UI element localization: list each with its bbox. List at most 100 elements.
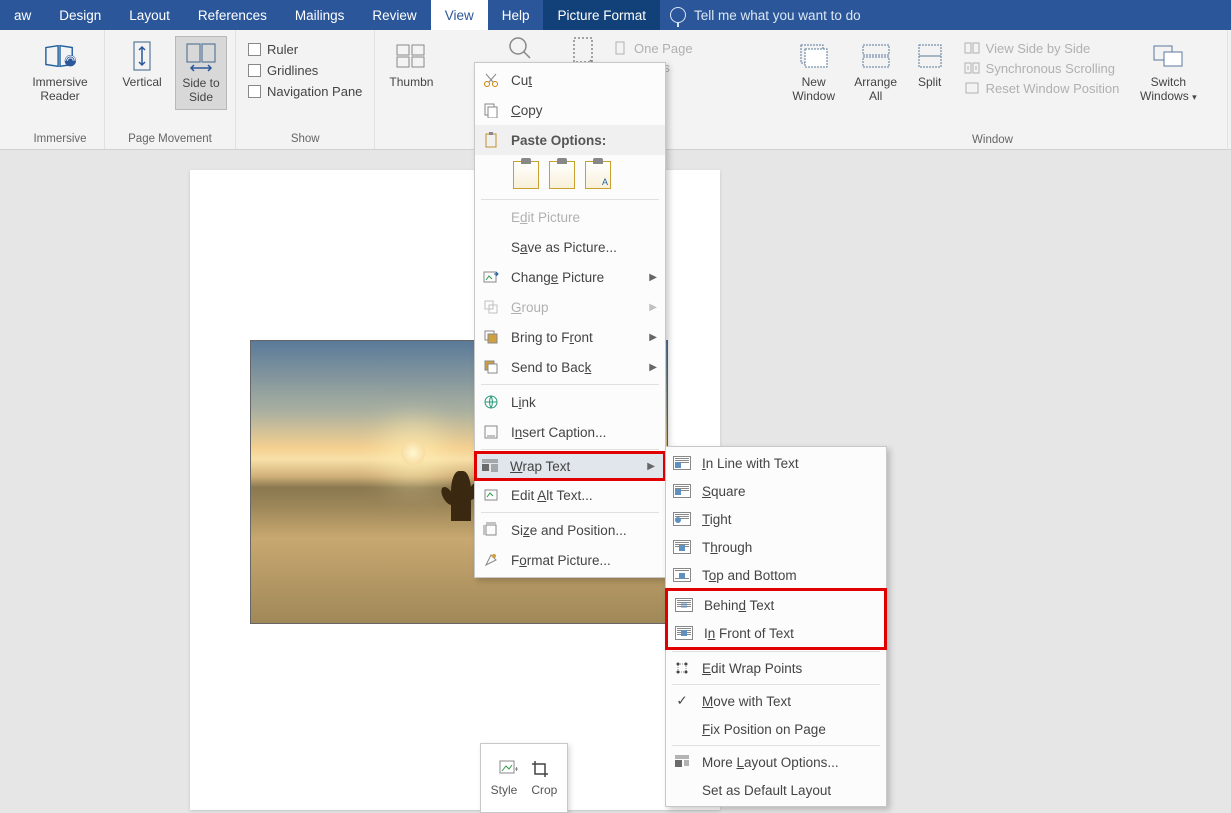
wrap-edit-points[interactable]: Edit Wrap Points <box>666 654 886 682</box>
menu-send-to-back[interactable]: Send to Back▶ <box>475 352 665 382</box>
new-window-button[interactable]: New Window <box>784 36 844 108</box>
one-page-icon <box>612 40 628 56</box>
wrap-in-front[interactable]: In Front of Text <box>668 619 884 647</box>
crop-button[interactable] <box>530 759 550 779</box>
lightbulb-icon <box>670 7 686 23</box>
menu-insert-caption[interactable]: Insert Caption... <box>475 417 665 447</box>
tab-help[interactable]: Help <box>488 0 544 30</box>
menu-format-picture[interactable]: Format Picture... <box>475 545 665 575</box>
window-group-label: Window <box>972 131 1013 150</box>
tab-mailings[interactable]: Mailings <box>281 0 359 30</box>
style-icon <box>498 759 520 779</box>
submenu-arrow-icon: ▶ <box>649 302 657 313</box>
switch-windows-button[interactable]: Switch Windows ▾ <box>1135 36 1201 108</box>
navigation-pane-checkbox[interactable]: Navigation Pane <box>248 84 362 99</box>
tab-layout[interactable]: Layout <box>115 0 184 30</box>
wrap-inline-icon <box>672 453 692 473</box>
arrange-all-icon <box>860 40 892 72</box>
menu-paste-options-header: Paste Options: <box>475 125 665 155</box>
submenu-arrow-icon: ▶ <box>649 272 657 283</box>
paste-option-2[interactable] <box>549 161 575 189</box>
context-menu: Cut Copy Paste Options: A Edit Picture S… <box>474 62 666 578</box>
wrap-through[interactable]: Through <box>666 533 886 561</box>
size-position-icon <box>481 520 501 540</box>
wrap-inline[interactable]: In Line with Text <box>666 449 886 477</box>
menu-edit-alt-text[interactable]: Edit Alt Text... <box>475 480 665 510</box>
immersive-reader-button[interactable]: Immersive Reader <box>24 36 96 108</box>
tab-view[interactable]: View <box>431 0 488 30</box>
group-immersive: Immersive Reader Immersive <box>0 30 105 149</box>
menu-bring-to-front[interactable]: Bring to Front▶ <box>475 322 665 352</box>
submenu-arrow-icon: ▶ <box>647 461 655 472</box>
side-to-side-label: Side to Side <box>178 77 224 105</box>
group-icon <box>481 297 501 317</box>
menu-size-position[interactable]: Size and Position... <box>475 515 665 545</box>
one-page-button: One Page <box>612 40 693 56</box>
wrap-move-with-text[interactable]: ✓Move with Text <box>666 687 886 715</box>
new-window-icon <box>798 40 830 72</box>
immersive-reader-label: Immersive Reader <box>26 76 94 104</box>
wrap-behind-icon <box>674 595 694 615</box>
sync-scroll-icon <box>964 60 980 76</box>
menu-cut[interactable]: Cut <box>475 65 665 95</box>
tab-draw[interactable]: aw <box>0 0 45 30</box>
checkbox-icon <box>248 64 261 77</box>
ruler-checkbox[interactable]: Ruler <box>248 42 362 57</box>
tab-bar: aw Design Layout References Mailings Rev… <box>0 0 1231 30</box>
style-button[interactable] <box>498 759 520 779</box>
paste-option-3[interactable]: A <box>585 161 611 189</box>
split-icon <box>914 40 946 72</box>
switch-windows-icon <box>1152 40 1184 72</box>
wrap-more-layout[interactable]: More Layout Options... <box>666 748 886 776</box>
vertical-button[interactable]: Vertical <box>113 36 171 94</box>
wrap-square[interactable]: Square <box>666 477 886 505</box>
edit-wrap-points-icon <box>672 658 692 678</box>
wrap-tight[interactable]: Tight <box>666 505 886 533</box>
group-window: New Window Arrange All Split View Side b… <box>758 30 1228 150</box>
side-to-side-button[interactable]: Side to Side <box>175 36 227 110</box>
menu-edit-picture: Edit Picture <box>475 202 665 232</box>
menu-copy[interactable]: Copy <box>475 95 665 125</box>
menu-link[interactable]: Link <box>475 387 665 417</box>
wrap-behind-text[interactable]: Behind Text <box>668 591 884 619</box>
alt-text-icon <box>481 485 501 505</box>
wrap-fix-position[interactable]: Fix Position on Page <box>666 715 886 743</box>
submenu-arrow-icon: ▶ <box>649 332 657 343</box>
tab-picture-format[interactable]: Picture Format <box>543 0 660 30</box>
wrap-top-bottom[interactable]: Top and Bottom <box>666 561 886 589</box>
wrap-set-default[interactable]: Set as Default Layout <box>666 776 886 804</box>
gridlines-checkbox[interactable]: Gridlines <box>248 63 362 78</box>
tell-me-search[interactable]: Tell me what you want to do <box>660 0 871 30</box>
copy-icon <box>481 100 501 120</box>
show-group-label: Show <box>291 130 320 149</box>
side-to-side-icon <box>185 41 217 73</box>
tell-me-label: Tell me what you want to do <box>694 8 861 23</box>
wrap-square-icon <box>672 481 692 501</box>
paste-options-row: A <box>475 155 665 197</box>
submenu-arrow-icon: ▶ <box>649 362 657 373</box>
split-button[interactable]: Split <box>908 36 952 94</box>
clipboard-icon <box>481 130 501 150</box>
immersive-reader-icon <box>44 40 76 72</box>
format-picture-icon <box>481 550 501 570</box>
thumbnails-label: Thumbn <box>389 76 433 90</box>
send-to-back-icon <box>481 357 501 377</box>
wrap-through-icon <box>672 537 692 557</box>
thumbnails-button[interactable]: Thumbn <box>383 36 439 94</box>
bring-to-front-icon <box>481 327 501 347</box>
group-show: Ruler Gridlines Navigation Pane Show <box>236 30 375 149</box>
checkmark-icon: ✓ <box>672 691 692 711</box>
crop-label: Crop <box>531 783 557 797</box>
menu-wrap-text[interactable]: Wrap Text▶ <box>474 451 666 481</box>
paste-option-1[interactable] <box>513 161 539 189</box>
reset-position-icon <box>964 80 980 96</box>
tab-references[interactable]: References <box>184 0 281 30</box>
menu-change-picture[interactable]: Change Picture▶ <box>475 262 665 292</box>
arrange-all-button[interactable]: Arrange All <box>848 36 904 108</box>
tab-design[interactable]: Design <box>45 0 115 30</box>
scissors-icon <box>481 70 501 90</box>
tab-review[interactable]: Review <box>358 0 430 30</box>
crop-icon <box>530 759 550 779</box>
caption-icon <box>481 422 501 442</box>
menu-save-as-picture[interactable]: Save as Picture... <box>475 232 665 262</box>
